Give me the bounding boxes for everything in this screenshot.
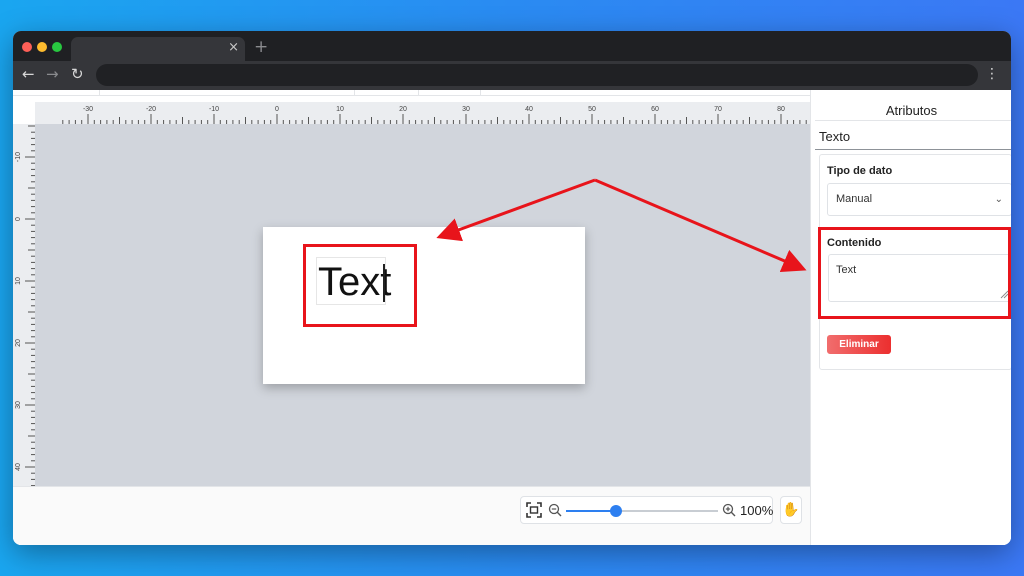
- selected-element-name: Texto: [819, 129, 851, 144]
- zoom-slider-thumb[interactable]: [610, 505, 623, 517]
- data-type-label: Tipo de dato: [827, 165, 893, 177]
- ruler-label: -10: [15, 152, 22, 162]
- ruler-label: 30: [15, 401, 22, 409]
- strip-divider: [99, 90, 100, 96]
- reload-icon[interactable]: ↻: [71, 65, 84, 83]
- panel-title: Atributos: [885, 103, 938, 118]
- zoom-in-icon[interactable]: [722, 503, 736, 517]
- forward-arrow-icon[interactable]: →: [46, 65, 59, 83]
- design-canvas[interactable]: Text: [35, 124, 810, 486]
- hand-icon: ✋: [782, 502, 800, 518]
- zoom-slider[interactable]: [566, 505, 718, 517]
- ruler-label: 50: [588, 106, 596, 113]
- browser-toolbar: ← → ↻ ⋮: [13, 61, 1011, 90]
- ruler-label: 40: [15, 463, 22, 471]
- zoom-slider-fill: [566, 510, 617, 512]
- ruler-label: 20: [15, 339, 22, 347]
- browser-titlebar: × +: [13, 31, 1011, 61]
- horizontal-ruler: -30 -20 -10 0 10 20 30 40 50 60 70 80: [35, 102, 810, 124]
- fit-to-screen-icon[interactable]: [526, 502, 542, 518]
- ruler-label: 0: [275, 106, 279, 113]
- browser-menu-icon[interactable]: ⋮: [985, 66, 999, 82]
- element-name-underline: [815, 149, 1011, 150]
- close-window-dot[interactable]: [22, 42, 32, 52]
- ruler-label: 10: [15, 277, 22, 285]
- highlight-text-element: [303, 244, 417, 327]
- new-tab-icon[interactable]: +: [254, 37, 268, 57]
- ruler-label: 30: [462, 106, 470, 113]
- data-type-select[interactable]: Manual ⌄: [827, 183, 1011, 216]
- vertical-ruler: -10 0 10 20 30 40: [13, 124, 35, 486]
- bottom-bar: 100% ✋: [13, 486, 810, 545]
- ruler-label: 0: [15, 217, 22, 221]
- zoom-out-icon[interactable]: [548, 503, 562, 517]
- chevron-down-icon: ⌄: [994, 194, 1003, 205]
- strip-divider: [418, 90, 419, 96]
- zoom-controls: 100%: [520, 496, 773, 524]
- highlight-content-field: [818, 227, 1011, 319]
- data-type-value: Manual: [836, 193, 873, 205]
- ruler-label: 10: [336, 106, 344, 113]
- ruler-label: -10: [209, 106, 219, 113]
- ruler-label: -20: [146, 106, 156, 113]
- ruler-label: 20: [399, 106, 407, 113]
- delete-button[interactable]: Eliminar: [827, 335, 891, 354]
- top-strip: [13, 90, 810, 96]
- ruler-label: 70: [714, 106, 722, 113]
- address-bar[interactable]: [96, 64, 978, 86]
- close-tab-icon[interactable]: ×: [228, 40, 239, 55]
- strip-divider: [354, 90, 355, 96]
- ruler-label: -30: [83, 106, 93, 113]
- browser-tab[interactable]: ×: [71, 37, 245, 61]
- strip-divider: [480, 90, 481, 96]
- minimize-window-dot[interactable]: [37, 42, 47, 52]
- maximize-window-dot[interactable]: [52, 42, 62, 52]
- pan-hand-button[interactable]: ✋: [780, 496, 802, 524]
- ruler-label: 60: [651, 106, 659, 113]
- back-arrow-icon[interactable]: ←: [22, 65, 35, 83]
- zoom-percentage: 100%: [740, 503, 774, 518]
- panel-divider: [815, 120, 1011, 121]
- ruler-label: 40: [525, 106, 533, 113]
- ruler-label: 80: [777, 106, 785, 113]
